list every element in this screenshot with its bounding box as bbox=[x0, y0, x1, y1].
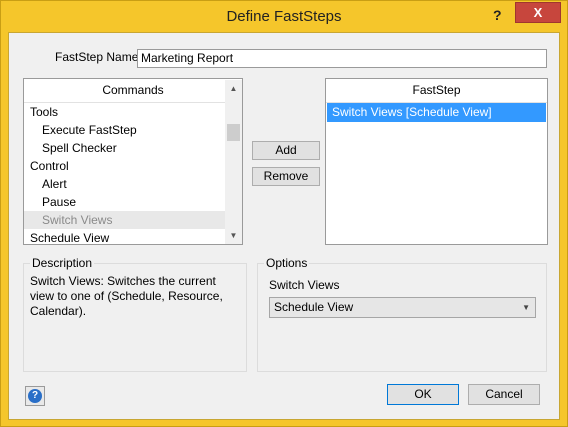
add-button[interactable]: Add bbox=[252, 141, 320, 160]
chevron-down-icon[interactable]: ▼ bbox=[522, 298, 530, 317]
title-help-icon[interactable]: ? bbox=[493, 7, 502, 23]
list-item[interactable]: Schedule View bbox=[24, 229, 227, 244]
faststep-name-input[interactable]: Marketing Report bbox=[137, 49, 547, 68]
commands-scrollbar[interactable]: ▲ ▼ bbox=[225, 80, 242, 244]
list-item[interactable]: Alert bbox=[24, 175, 227, 193]
list-item[interactable]: Execute FastStep bbox=[24, 121, 227, 139]
view-select[interactable]: Schedule View ▼ bbox=[269, 297, 536, 318]
list-item[interactable]: Switch Views [Schedule View] bbox=[327, 103, 546, 122]
list-item[interactable]: Control bbox=[24, 157, 227, 175]
commands-header: Commands bbox=[24, 79, 242, 103]
close-icon[interactable]: X bbox=[515, 2, 561, 23]
help-button[interactable]: ? bbox=[25, 386, 45, 406]
list-item[interactable]: Switch Views bbox=[24, 211, 227, 229]
dialog-title: Define FastSteps bbox=[226, 8, 342, 25]
define-faststeps-dialog: Define FastSteps ? X FastStep Name: Mark… bbox=[0, 0, 568, 427]
remove-button[interactable]: Remove bbox=[252, 167, 320, 186]
switch-views-label: Switch Views bbox=[269, 278, 340, 292]
cancel-button[interactable]: Cancel bbox=[468, 384, 540, 405]
description-legend: Description bbox=[30, 256, 95, 270]
chevron-down-icon[interactable]: ▼ bbox=[225, 227, 242, 244]
faststep-header: FastStep bbox=[326, 79, 547, 103]
view-select-value: Schedule View bbox=[274, 300, 354, 314]
description-text: Switch Views: Switches the current view … bbox=[30, 274, 223, 318]
faststep-list[interactable]: FastStep Switch Views [Schedule View] bbox=[325, 78, 548, 245]
scrollbar-thumb[interactable] bbox=[227, 124, 240, 141]
options-group: Options Switch Views Schedule View ▼ bbox=[257, 256, 547, 372]
chevron-up-icon[interactable]: ▲ bbox=[225, 80, 242, 97]
faststep-name-label: FastStep Name: bbox=[55, 50, 142, 64]
ok-button[interactable]: OK bbox=[387, 384, 459, 405]
list-item[interactable]: Tools bbox=[24, 103, 227, 121]
options-legend: Options bbox=[264, 256, 310, 270]
dialog-body: FastStep Name: Marketing Report Commands… bbox=[8, 32, 560, 420]
list-item[interactable]: Pause bbox=[24, 193, 227, 211]
list-item[interactable]: Spell Checker bbox=[24, 139, 227, 157]
title-bar[interactable]: Define FastSteps ? X bbox=[1, 1, 567, 32]
help-icon: ? bbox=[28, 389, 42, 403]
commands-list[interactable]: Commands Tools Execute FastStep Spell Ch… bbox=[23, 78, 243, 245]
description-group: Description Switch Views: Switches the c… bbox=[23, 256, 247, 372]
